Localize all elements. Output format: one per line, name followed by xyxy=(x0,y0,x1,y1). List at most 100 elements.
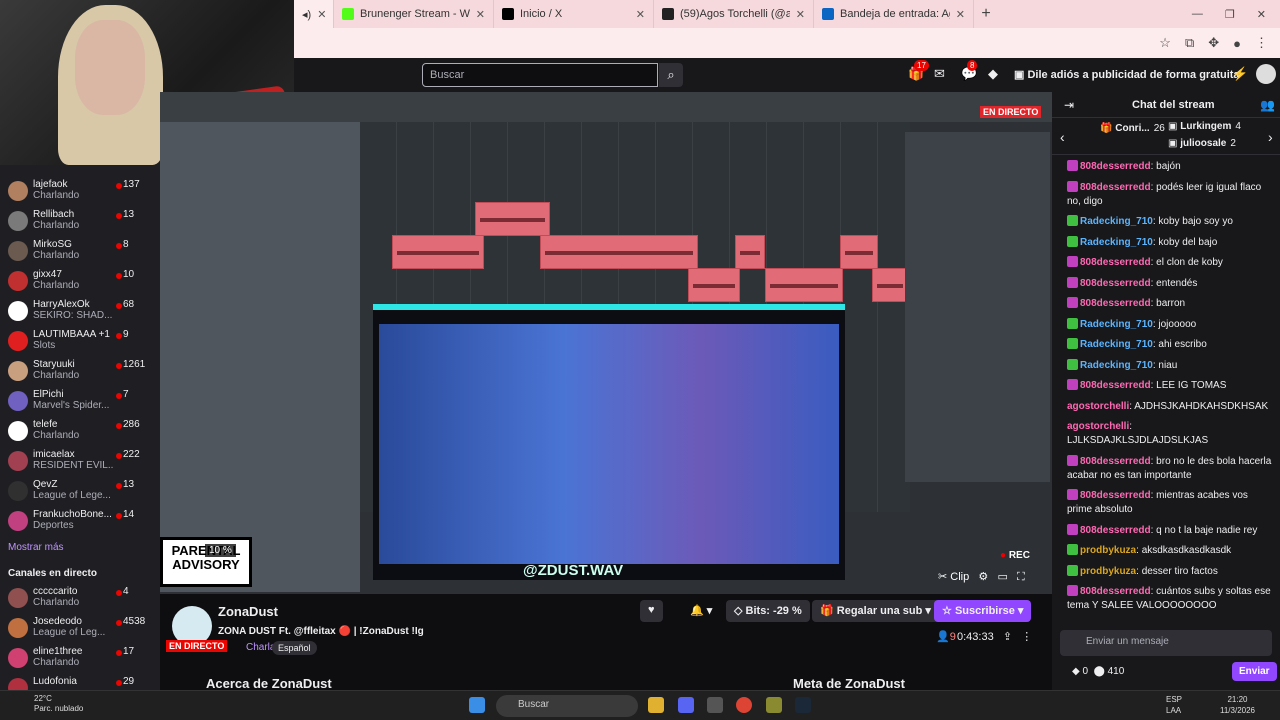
close-icon[interactable]: ✕ xyxy=(317,8,326,21)
prime-icon[interactable]: 🎁 17 xyxy=(908,60,929,82)
chat-username[interactable]: 808desserredd xyxy=(1080,525,1151,536)
close-icon[interactable]: ✕ xyxy=(476,8,485,21)
minimize-icon[interactable]: — xyxy=(1192,8,1203,21)
browser-tab[interactable]: Brunenger Stream - Watch Live ✕ xyxy=(334,0,494,28)
close-icon[interactable]: ✕ xyxy=(956,8,965,21)
close-icon[interactable]: ✕ xyxy=(636,8,645,21)
live-dot-icon xyxy=(116,650,122,656)
system-clock[interactable]: 21:20 11/3/2026 xyxy=(1220,694,1255,716)
chat-username[interactable]: 808desserredd xyxy=(1080,380,1151,391)
sidebar-channel[interactable]: imicaelax RESIDENT EVIL... 222 xyxy=(0,447,160,477)
file-explorer-icon[interactable] xyxy=(648,697,664,713)
new-tab-button[interactable]: + xyxy=(974,5,998,23)
taskbar-search[interactable]: Buscar xyxy=(496,695,638,717)
close-icon[interactable]: ✕ xyxy=(796,8,805,21)
user-avatar[interactable] xyxy=(1256,64,1276,84)
channel-name[interactable]: ZonaDust xyxy=(218,604,278,619)
profile-avatar[interactable]: ● xyxy=(1233,36,1241,51)
browser-tab[interactable]: ◂) ✕ xyxy=(294,0,334,28)
gift-sub-button[interactable]: 🎁 Regalar una sub ▾ xyxy=(812,600,939,622)
extension-icon[interactable]: ⧉ xyxy=(1185,35,1194,51)
browser-tab[interactable]: Inicio / X ✕ xyxy=(494,0,654,28)
chat-username[interactable]: 808desserredd xyxy=(1080,456,1151,467)
community-icon[interactable]: 👥 xyxy=(1260,98,1275,112)
sidebar-channel[interactable]: Staryuuki Charlando 1261 xyxy=(0,357,160,387)
turbo-icon[interactable]: ⚡ xyxy=(1232,66,1248,82)
chat-username[interactable]: 808desserredd xyxy=(1080,257,1151,268)
chrome-icon[interactable] xyxy=(736,697,752,713)
browser-tab[interactable]: (59)Agos Torchelli (@agostorchelli) ✕ xyxy=(654,0,814,28)
fullscreen-icon[interactable]: ⛶ xyxy=(1017,571,1025,583)
chat-username[interactable]: 808desserredd xyxy=(1080,586,1151,597)
channel-points[interactable]: ◆ 0 ⬤ 410 xyxy=(1072,666,1124,677)
follow-heart-button[interactable]: ♥ xyxy=(640,600,663,622)
inbox-icon[interactable]: ✉ xyxy=(934,66,945,82)
language-tag[interactable]: Español xyxy=(272,641,317,655)
app-icon[interactable] xyxy=(707,697,723,713)
chat-username[interactable]: Radecking_710 xyxy=(1080,339,1153,350)
show-more-link[interactable]: Mostrar más xyxy=(8,542,64,553)
send-button[interactable]: Enviar xyxy=(1232,662,1277,681)
star-icon[interactable]: ☆ xyxy=(1159,35,1171,51)
restore-icon[interactable]: ❐ xyxy=(1225,8,1235,21)
subscribe-button[interactable]: ☆ Suscribirse ▾ xyxy=(934,600,1032,622)
sidebar-channel[interactable]: LAUTIMBAAA +1 Slots 9 xyxy=(0,327,160,357)
search-button[interactable]: ⌕ xyxy=(659,63,683,87)
chat-username[interactable]: 808desserredd xyxy=(1080,298,1151,309)
sidebar-channel[interactable]: telefe Charlando 286 xyxy=(0,417,160,447)
menu-icon[interactable]: ⋮ xyxy=(1255,35,1268,51)
whispers-icon[interactable]: 💬 8 xyxy=(961,60,978,82)
weather-widget[interactable]: 22°C Parc. nublado xyxy=(34,694,83,714)
sidebar-channel[interactable]: eline1three Charlando 17 xyxy=(0,644,160,674)
rec-indicator: ● REC xyxy=(1000,550,1030,561)
scroll-right-icon[interactable]: › xyxy=(1268,129,1273,145)
sidebar-channel[interactable]: gixx47 Charlando 10 xyxy=(0,267,160,297)
live-dot-icon xyxy=(116,363,122,369)
goal-heading: Meta de ZonaDust xyxy=(793,676,905,691)
chat-username[interactable]: agostorchelli xyxy=(1067,401,1129,412)
sidebar-channel[interactable]: cccccarito Charlando 4 xyxy=(0,584,160,614)
sidebar-channel[interactable]: FrankuchoBone... Deportes 14 xyxy=(0,507,160,537)
chat-username[interactable]: prodbykuza xyxy=(1080,566,1136,577)
theatre-icon[interactable]: ▭ xyxy=(997,571,1007,583)
sidebar-channel[interactable]: Rellibach Charlando 13 xyxy=(0,207,160,237)
bits-icon[interactable]: ◆ xyxy=(988,66,998,82)
chat-username[interactable]: Radecking_710 xyxy=(1080,360,1153,371)
windows-start-icon[interactable] xyxy=(469,697,485,713)
collapse-chat-icon[interactable]: ⇥ xyxy=(1064,98,1074,112)
bits-button[interactable]: ◇ Bits: -29 % xyxy=(726,600,810,622)
chat-input[interactable]: Enviar un mensaje xyxy=(1060,630,1272,656)
sidebar-channel[interactable]: QevZ League of Lege... 13 xyxy=(0,477,160,507)
chat-username[interactable]: Radecking_710 xyxy=(1080,319,1153,330)
puzzle-icon[interactable]: ✥ xyxy=(1208,35,1219,51)
user-badge-icon xyxy=(1067,379,1078,390)
chat-username[interactable]: 808desserredd xyxy=(1080,182,1151,193)
app-icon[interactable] xyxy=(766,697,782,713)
sidebar-channel[interactable]: ElPichi Marvel's Spider... 7 xyxy=(0,387,160,417)
chat-username[interactable]: 808desserredd xyxy=(1080,278,1151,289)
clip-button[interactable]: ✂ Clip ⚙ ▭ ⛶ xyxy=(938,570,1025,584)
sidebar-channel[interactable]: Josedeodo League of Leg... 4538 xyxy=(0,614,160,644)
sidebar-channel[interactable]: HarryAlexOk SEKIRO: SHAD... 68 xyxy=(0,297,160,327)
sidebar-channel[interactable]: MirkoSG Charlando 8 xyxy=(0,237,160,267)
more-icon[interactable]: ⋮ xyxy=(1021,631,1032,643)
chat-username[interactable]: prodbykuza xyxy=(1080,545,1136,556)
chat-username[interactable]: agostorchelli xyxy=(1067,421,1129,432)
share-icon[interactable]: ⇪ xyxy=(1003,631,1012,643)
discord-icon[interactable] xyxy=(678,697,694,713)
scroll-left-icon[interactable]: ‹ xyxy=(1060,129,1065,145)
chat-username[interactable]: Radecking_710 xyxy=(1080,216,1153,227)
browser-tab[interactable]: Bandeja de entrada: Agostina T ✕ xyxy=(814,0,974,28)
close-window-icon[interactable]: ✕ xyxy=(1257,8,1266,21)
settings-icon[interactable]: ⚙ xyxy=(978,571,988,583)
video-player[interactable]: EN DIRECTO @ZDUST.WAV PARENTAL ADVISORY … xyxy=(160,92,1052,594)
chat-username[interactable]: Radecking_710 xyxy=(1080,237,1153,248)
ad-free-link[interactable]: ▣ Dile adiós a publicidad de forma gratu… xyxy=(1014,68,1240,81)
steam-icon[interactable] xyxy=(795,697,811,713)
search-input[interactable]: Buscar xyxy=(422,63,658,87)
notifications-button[interactable]: 🔔 ▾ xyxy=(682,600,720,622)
chat-username[interactable]: 808desserredd xyxy=(1080,490,1151,501)
chat-username[interactable]: 808desserredd xyxy=(1080,161,1151,172)
sidebar-channel[interactable]: lajefaok Charlando 137 xyxy=(0,177,160,207)
language-indicator[interactable]: ESP LAA xyxy=(1166,694,1182,716)
